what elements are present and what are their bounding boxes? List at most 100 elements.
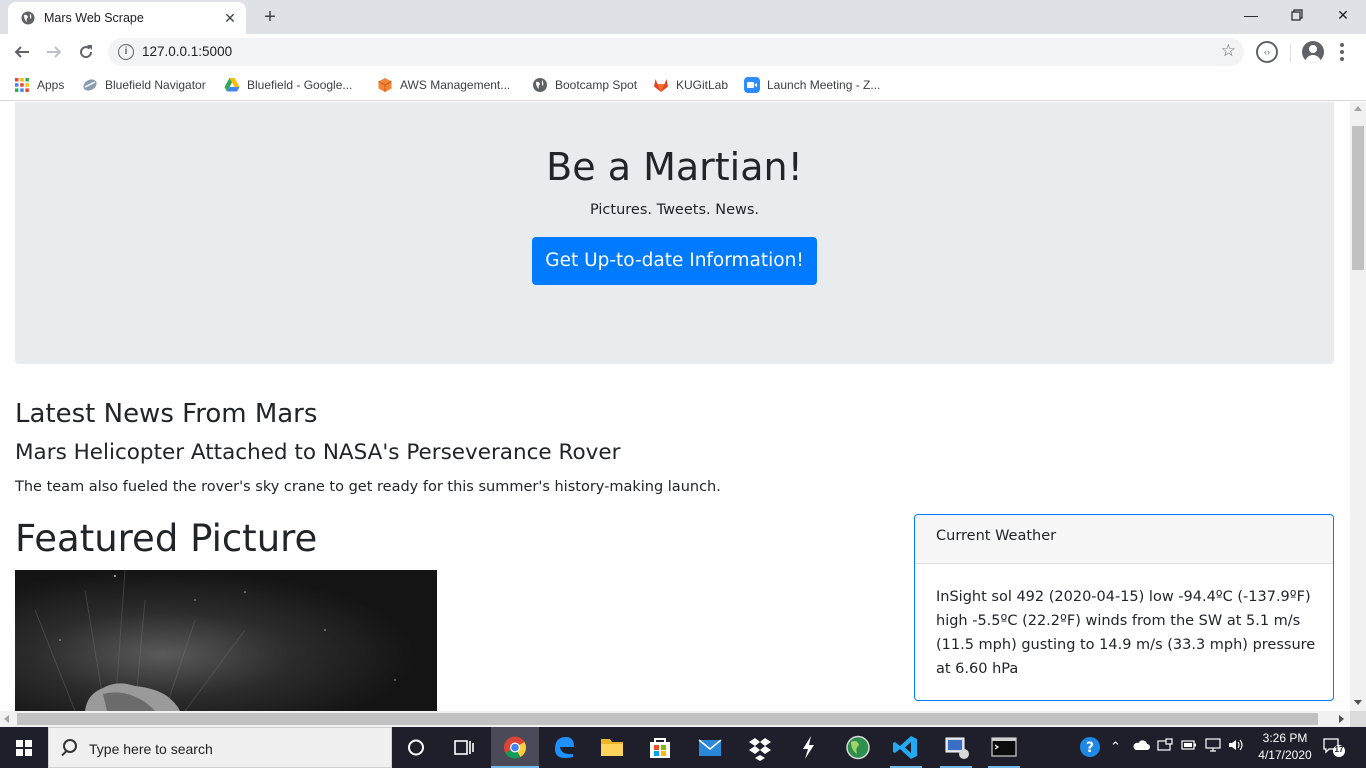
taskbar-mail[interactable] — [686, 727, 734, 768]
bookmark-bluefield-navigator[interactable]: Bluefield Navigator — [82, 77, 206, 93]
tab-close-icon[interactable]: ✕ — [220, 8, 240, 28]
comet-image — [15, 570, 437, 711]
taskbar-terminal[interactable] — [980, 727, 1028, 768]
tab-title: Mars Web Scrape — [44, 11, 144, 25]
vertical-scroll-thumb[interactable] — [1352, 126, 1364, 270]
svg-text:?: ? — [1086, 740, 1094, 756]
bookmark-label: AWS Management... — [400, 78, 511, 92]
windows-logo-icon — [16, 740, 32, 756]
taskbar-store[interactable] — [636, 727, 684, 768]
navigator-icon — [83, 79, 97, 91]
taskbar-chrome[interactable] — [491, 727, 539, 768]
new-tab-button[interactable]: + — [258, 5, 282, 29]
terminal-icon — [991, 737, 1017, 757]
show-hidden-icons-chevron-up-icon[interactable]: ⌃ — [1110, 738, 1121, 756]
browser-toolbar: i 127.0.0.1:5000 ☆ ‹› — [0, 34, 1366, 70]
taskbar-app-globe[interactable] — [834, 727, 882, 768]
taskbar-edge[interactable] — [540, 727, 588, 768]
system-clock[interactable]: 3:26 PM 4/17/2020 — [1252, 730, 1318, 764]
vertical-scrollbar[interactable] — [1350, 102, 1366, 711]
address-bar[interactable]: i 127.0.0.1:5000 ☆ — [108, 38, 1244, 66]
taskbar-file-explorer[interactable] — [588, 727, 636, 768]
bookmark-label: KUGitLab — [676, 78, 729, 92]
close-window-button[interactable]: ✕ — [1320, 0, 1366, 30]
scroll-right-arrow-icon[interactable] — [1339, 715, 1344, 723]
action-center-button[interactable]: 17 — [1322, 736, 1346, 758]
scrollbar-corner — [1350, 711, 1366, 727]
scroll-up-arrow-icon[interactable] — [1354, 106, 1362, 111]
horizontal-scrollbar[interactable] — [0, 711, 1350, 727]
weather-card-header: Current Weather — [915, 515, 1333, 564]
cortana-button[interactable] — [392, 727, 440, 768]
profile-avatar-icon[interactable] — [1302, 41, 1324, 63]
gitlab-icon — [654, 79, 668, 92]
device-icon[interactable] — [1157, 738, 1173, 757]
google-drive-icon — [224, 78, 240, 92]
tab-strip: Mars Web Scrape ✕ + — ✕ — [0, 0, 1366, 34]
minimize-button[interactable]: — — [1228, 0, 1274, 30]
store-bag-icon — [650, 738, 670, 758]
aws-icon — [378, 78, 392, 92]
back-button[interactable] — [10, 40, 34, 64]
dropbox-icon — [749, 738, 771, 761]
chrome-icon — [504, 736, 526, 759]
bookmark-label: Bluefield Navigator — [105, 78, 206, 92]
extension-icon[interactable]: ‹› — [1256, 41, 1278, 63]
help-icon[interactable]: ? — [1078, 737, 1102, 764]
bookmark-bluefield-google[interactable]: Bluefield - Google... — [224, 77, 352, 93]
bookmark-launch-meeting[interactable]: Launch Meeting - Z... — [744, 77, 880, 93]
bookmark-label: Bluefield - Google... — [247, 78, 353, 92]
taskbar-app-monitor[interactable] — [932, 727, 980, 768]
jumbotron: Be a Martian! Pictures. Tweets. News. Ge… — [15, 102, 1334, 364]
page-subtitle: Pictures. Tweets. News. — [589, 202, 760, 218]
site-info-icon[interactable]: i — [118, 44, 134, 60]
restore-button[interactable] — [1274, 0, 1320, 30]
scroll-down-arrow-icon[interactable] — [1354, 700, 1362, 705]
edge-icon — [555, 737, 574, 758]
toolbar-divider — [1290, 44, 1291, 62]
bookmark-aws[interactable]: AWS Management... — [377, 77, 510, 93]
volume-icon[interactable] — [1228, 738, 1244, 757]
folder-icon — [601, 739, 623, 756]
taskbar-vscode[interactable] — [882, 727, 930, 768]
browser-window: Mars Web Scrape ✕ + — ✕ i 127.0.0.1:5000… — [0, 0, 1366, 768]
help-question-icon: ? — [1080, 737, 1100, 757]
zoom-icon — [744, 77, 760, 93]
network-icon[interactable] — [1205, 738, 1221, 757]
battery-icon[interactable] — [1181, 738, 1197, 756]
taskbar-search-box[interactable]: Type here to search — [48, 727, 392, 768]
horizontal-scroll-thumb[interactable] — [17, 713, 1318, 725]
reload-button[interactable] — [74, 40, 98, 64]
weather-card: Current Weather InSight sol 492 (2020-04… — [914, 514, 1334, 701]
task-view-icon — [454, 740, 474, 755]
bookmark-label: Apps — [37, 78, 65, 92]
page-viewport: Be a Martian! Pictures. Tweets. News. Ge… — [0, 102, 1350, 711]
windows-taskbar: Type here to search ? ⌃ 3:26 PM 4/17/202… — [0, 727, 1366, 768]
url-text[interactable]: 127.0.0.1:5000 — [142, 44, 232, 59]
taskbar-dropbox[interactable] — [736, 727, 784, 768]
bookmark-label: Bootcamp Spot — [555, 78, 638, 92]
bookmark-bootcamp-spot[interactable]: Bootcamp Spot — [532, 77, 637, 93]
scroll-left-arrow-icon[interactable] — [4, 715, 9, 723]
onedrive-cloud-icon[interactable] — [1132, 738, 1150, 756]
bookmark-label: Launch Meeting - Z... — [767, 78, 881, 92]
globe-icon — [21, 11, 35, 25]
bookmark-kugitlab[interactable]: KUGitLab — [653, 77, 728, 93]
taskbar-app-lightning[interactable] — [784, 727, 832, 768]
clock-date: 4/17/2020 — [1258, 748, 1312, 762]
monitor-app-icon — [945, 737, 969, 759]
bookmark-star-icon[interactable]: ☆ — [1221, 41, 1236, 61]
task-view-button[interactable] — [440, 727, 488, 768]
bookmarks-bar: Apps Bluefield Navigator Bluefield - Goo… — [0, 70, 1366, 101]
globe-app-icon — [846, 735, 870, 760]
bookmark-apps[interactable]: Apps — [14, 77, 64, 93]
forward-button[interactable] — [42, 40, 66, 64]
featured-image — [15, 570, 437, 711]
cortana-circle-icon — [408, 739, 424, 756]
vscode-icon — [893, 736, 917, 759]
browser-tab[interactable]: Mars Web Scrape ✕ — [8, 2, 246, 34]
scrape-button[interactable]: Get Up-to-date Information! — [532, 237, 817, 285]
kebab-menu-icon[interactable] — [1336, 40, 1348, 64]
apps-grid-icon — [15, 78, 29, 92]
start-button[interactable] — [0, 727, 48, 768]
